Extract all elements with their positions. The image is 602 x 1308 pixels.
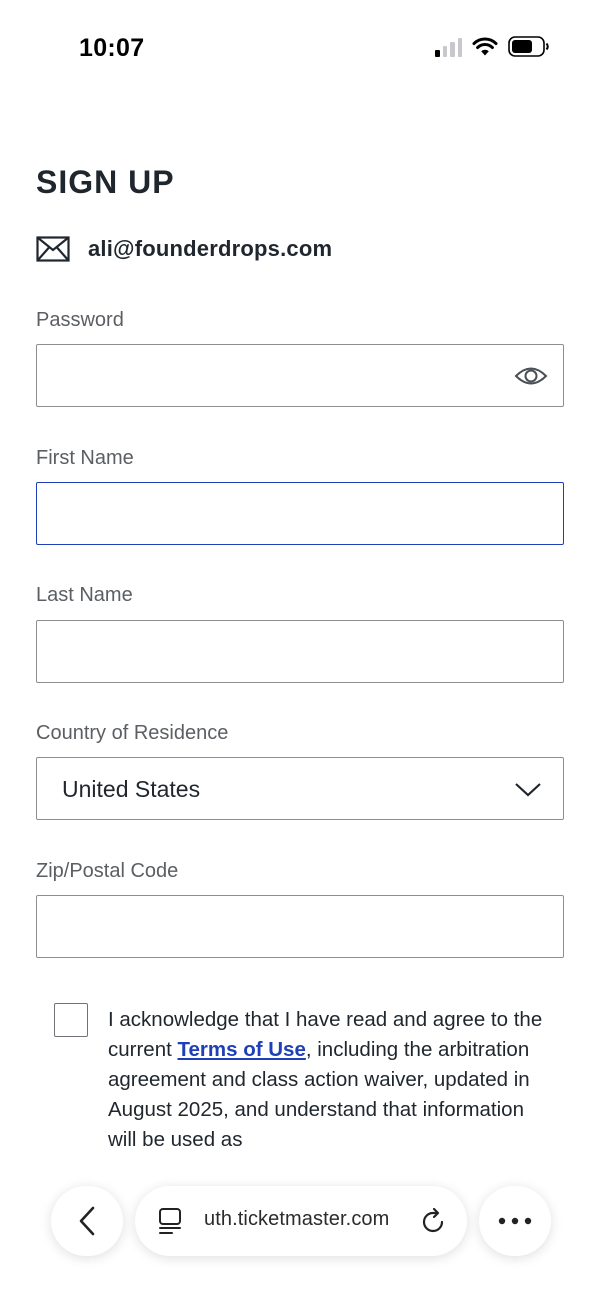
password-label: Password bbox=[36, 309, 124, 331]
country-selected-value: United States bbox=[62, 776, 201, 802]
envelope-icon bbox=[36, 236, 70, 262]
password-input[interactable] bbox=[37, 345, 563, 406]
first-name-input[interactable] bbox=[37, 483, 563, 544]
back-button[interactable] bbox=[51, 1186, 123, 1256]
last-name-field[interactable] bbox=[36, 620, 564, 683]
reload-icon[interactable] bbox=[421, 1207, 447, 1235]
tab-overview-icon bbox=[159, 1208, 181, 1234]
chevron-left-icon bbox=[79, 1206, 95, 1236]
email-address: ali@founderdrops.com bbox=[88, 236, 333, 261]
show-password-eye-icon[interactable] bbox=[513, 359, 549, 393]
chevron-down-icon bbox=[515, 783, 541, 797]
status-bar: 10:07 bbox=[0, 0, 602, 96]
zip-input[interactable] bbox=[37, 896, 563, 957]
zip-field[interactable] bbox=[36, 895, 564, 958]
terms-checkbox[interactable] bbox=[54, 1003, 88, 1037]
password-field[interactable] bbox=[36, 344, 564, 407]
zip-label: Zip/Postal Code bbox=[36, 860, 179, 882]
email-row: ali@founderdrops.com bbox=[36, 236, 332, 262]
first-name-field[interactable] bbox=[36, 482, 564, 545]
url-text: uth.ticketmaster.com bbox=[204, 1208, 390, 1230]
country-select[interactable]: United States bbox=[36, 757, 564, 820]
page-title: SIGN UP bbox=[36, 164, 175, 200]
last-name-input[interactable] bbox=[37, 621, 563, 682]
cellular-signal-icon bbox=[435, 37, 462, 57]
browser-toolbar: uth.ticketmaster.com bbox=[0, 1180, 602, 1262]
last-name-label: Last Name bbox=[36, 584, 133, 606]
terms-of-use-link[interactable]: Terms of Use bbox=[178, 1038, 306, 1061]
status-time: 10:07 bbox=[79, 34, 145, 62]
wifi-icon bbox=[472, 37, 498, 55]
address-bar[interactable]: uth.ticketmaster.com bbox=[135, 1186, 467, 1256]
terms-text: I acknowledge that I have read and agree… bbox=[108, 1005, 553, 1155]
more-dots-icon bbox=[498, 1217, 532, 1225]
more-options-button[interactable] bbox=[479, 1186, 551, 1256]
first-name-label: First Name bbox=[36, 447, 134, 469]
country-label: Country of Residence bbox=[36, 722, 229, 744]
status-icons bbox=[435, 36, 550, 57]
battery-icon bbox=[508, 36, 549, 57]
